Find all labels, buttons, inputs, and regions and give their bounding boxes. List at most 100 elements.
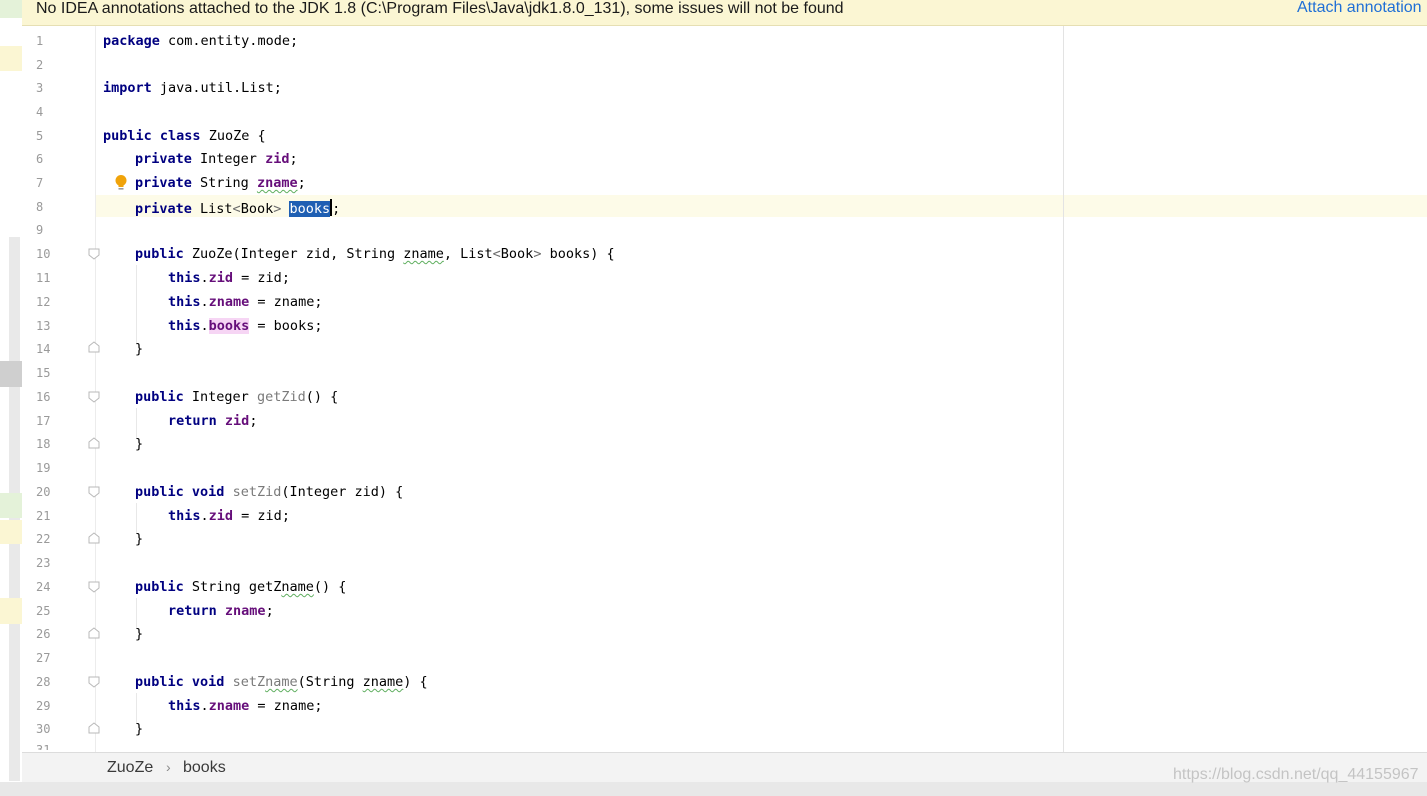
code-line: private List<Book> books; (135, 199, 340, 217)
line-number: 21 (36, 509, 51, 523)
gutter-divider (95, 26, 96, 752)
code-text: = zname; (249, 294, 323, 310)
keyword: this (168, 270, 201, 286)
method-name: getZ (248, 579, 282, 595)
code-text: = zid; (233, 270, 290, 286)
attach-annotations-link[interactable]: Attach annotation (1297, 0, 1422, 16)
code-text: . (200, 318, 209, 334)
code-text: zname (403, 246, 444, 262)
code-text: () { (305, 389, 339, 405)
code-text: ZuoZe(Integer zid, String (183, 246, 404, 262)
line-number: 23 (36, 556, 51, 570)
fold-end-icon[interactable] (88, 437, 100, 449)
code-text: books) { (541, 246, 615, 262)
line-number: 9 (36, 223, 44, 237)
line-number: 13 (36, 319, 51, 333)
code-line: public ZuoZe(Integer zid, String zname, … (135, 246, 615, 262)
code-text: Book (240, 201, 274, 217)
fold-end-icon[interactable] (88, 341, 100, 353)
code-line: } (135, 626, 144, 642)
fold-end-icon[interactable] (88, 627, 100, 639)
fold-end-icon[interactable] (88, 722, 100, 734)
code-line: public String getZname() { (135, 579, 346, 595)
line-number: 14 (36, 342, 51, 356)
keyword: public (135, 246, 184, 262)
line-number: 12 (36, 295, 51, 309)
code-line: this.zid = zid; (168, 270, 290, 286)
code-text: ; (249, 413, 258, 429)
field-name: zname (208, 698, 250, 714)
line-number: 27 (36, 651, 51, 665)
fold-start-icon[interactable] (88, 676, 100, 688)
keyword: void (183, 484, 233, 500)
method-name: setZid (232, 484, 282, 500)
code-text: = books; (249, 318, 323, 334)
code-line: } (135, 436, 144, 452)
keyword: public (135, 579, 184, 595)
code-text: String (191, 175, 257, 191)
line-number: 24 (36, 580, 51, 594)
field-name: zid (265, 151, 290, 167)
banner-message: No IDEA annotations attached to the JDK … (36, 0, 844, 17)
code-line: } (135, 721, 144, 737)
code-text: < (232, 201, 241, 217)
line-number: 10 (36, 247, 51, 261)
code-line: package com.entity.mode; (103, 33, 298, 49)
keyword: this (168, 294, 201, 310)
line-number: 16 (36, 390, 51, 404)
line-number: 1 (36, 34, 44, 48)
field-name: zname (208, 294, 250, 310)
code-text: ZuoZe { (200, 128, 266, 144)
selected-text[interactable]: books (289, 201, 331, 217)
indent-guide (136, 503, 137, 533)
line-number: 4 (36, 105, 44, 119)
keyword: this (168, 318, 201, 334)
code-text: ) { (403, 674, 428, 690)
keyword: this (168, 698, 201, 714)
keyword: class (159, 128, 201, 144)
keyword: private (135, 201, 192, 217)
fold-end-icon[interactable] (88, 532, 100, 544)
code-line: return zname; (168, 603, 274, 619)
fold-start-icon[interactable] (88, 391, 100, 403)
keyword: public (135, 389, 184, 405)
line-number: 2 (36, 58, 44, 72)
line-number: 18 (36, 437, 51, 451)
line-number: 22 (36, 532, 51, 546)
lightbulb-icon[interactable] (114, 174, 128, 192)
code-line: public Integer getZid() { (135, 389, 338, 405)
field-name: zid (224, 413, 250, 429)
line-number: 30 (36, 722, 51, 736)
line-number: 6 (36, 152, 44, 166)
method-name: setZ (232, 674, 266, 690)
method-name: name (265, 674, 298, 690)
code-line: public class ZuoZe { (103, 128, 266, 144)
field-name: books (208, 318, 250, 334)
code-text: String (183, 579, 249, 595)
field-name: zname (256, 175, 298, 191)
fold-start-icon[interactable] (88, 248, 100, 260)
breadcrumb-class[interactable]: ZuoZe (107, 759, 153, 777)
code-text: Integer (191, 151, 266, 167)
field-name: zid (208, 508, 234, 524)
code-line: this.books = books; (168, 318, 322, 334)
line-number: 19 (36, 461, 51, 475)
line-number: 25 (36, 604, 51, 618)
code-line: return zid; (168, 413, 257, 429)
code-text: Book (500, 246, 534, 262)
keyword: this (168, 508, 201, 524)
keyword: public (135, 674, 184, 690)
code-text: java.util.List; (151, 80, 282, 96)
code-text: ; (332, 201, 341, 217)
code-text: = zname; (249, 698, 323, 714)
code-text: (String (297, 674, 363, 690)
code-text: . (200, 698, 209, 714)
fold-start-icon[interactable] (88, 581, 100, 593)
fold-start-icon[interactable] (88, 486, 100, 498)
code-line: this.zid = zid; (168, 508, 290, 524)
indent-guide (136, 265, 137, 345)
right-margin-guide (1063, 26, 1064, 752)
breadcrumb-member[interactable]: books (183, 759, 226, 777)
